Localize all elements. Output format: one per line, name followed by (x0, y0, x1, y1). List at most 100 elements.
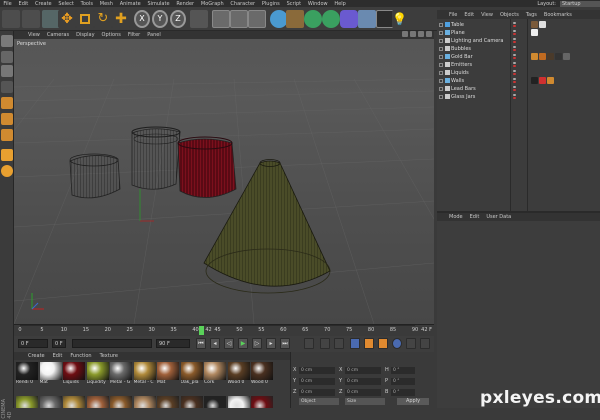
object-menu-bookmarks[interactable]: Bookmarks (544, 12, 572, 18)
move-icon[interactable]: ✥ (58, 10, 76, 28)
material-swatch[interactable] (16, 396, 38, 420)
perspective-viewport[interactable]: Perspective (14, 39, 434, 324)
material-swatch[interactable] (251, 396, 273, 420)
render-view-icon[interactable] (212, 10, 230, 28)
rotate-icon[interactable]: ↻ (94, 10, 112, 28)
object-row[interactable]: Bubbles (437, 45, 600, 53)
menu-character[interactable]: Character (227, 1, 258, 7)
expand-icon[interactable] (439, 31, 443, 35)
menu-plugins[interactable]: Plugins (258, 1, 283, 7)
object-name[interactable]: Glass Jars (451, 93, 475, 101)
object-name[interactable]: Gold Bar (451, 53, 473, 61)
viewport-menu-filter[interactable]: Filter (128, 32, 140, 38)
object-row[interactable]: Plane (437, 29, 600, 37)
menu-tools[interactable]: Tools (77, 1, 96, 7)
menu-simulate[interactable]: Simulate (144, 1, 173, 7)
playhead[interactable] (198, 326, 204, 335)
position-x-field[interactable]: 0 cm (299, 366, 335, 374)
size-y-field[interactable]: 0 cm (345, 377, 381, 385)
material-swatch[interactable] (157, 396, 179, 420)
move-view-icon[interactable] (402, 31, 408, 37)
position-z-field[interactable]: 0 cm (299, 388, 335, 396)
object-row[interactable]: Lead Bars (437, 85, 600, 93)
material-swatch[interactable]: Cork (204, 362, 226, 386)
viewport-menu-cameras[interactable]: Cameras (47, 32, 69, 38)
visibility-dots[interactable] (513, 94, 517, 100)
material-swatch[interactable]: Metal - C (133, 362, 156, 386)
prev-key-button[interactable]: ◂ (210, 338, 220, 349)
menu-render[interactable]: Render (173, 1, 198, 7)
array-icon[interactable] (322, 10, 340, 28)
material-swatch[interactable]: Liquids (63, 362, 85, 386)
coord-mode-select[interactable]: Object (299, 398, 339, 405)
object-row[interactable]: Liquids (437, 69, 600, 77)
menu-file[interactable]: File (0, 1, 15, 7)
object-menu-edit[interactable]: Edit (464, 12, 474, 18)
coordinate-system-icon[interactable] (190, 10, 208, 28)
material-swatch[interactable] (180, 396, 203, 420)
rotation-p-field[interactable]: 0 ° (391, 377, 415, 385)
position-y-field[interactable]: 0 cm (299, 377, 335, 385)
object-name[interactable]: Liquids (451, 69, 469, 77)
x-axis-icon[interactable]: X (134, 10, 150, 28)
menu-create[interactable]: Create (32, 1, 55, 7)
object-tag-icon[interactable] (539, 21, 546, 28)
workplane-icon[interactable] (1, 81, 13, 93)
key-rotation-button[interactable] (378, 338, 388, 349)
object-name[interactable]: Plane (451, 29, 465, 37)
attribute-menu-edit[interactable]: Edit (470, 214, 480, 220)
visibility-dots[interactable] (513, 38, 517, 44)
viewport-menu-panel[interactable]: Panel (147, 32, 161, 38)
render-picture-viewer-icon[interactable] (230, 10, 248, 28)
record-button[interactable] (304, 338, 314, 349)
prev-frame-button[interactable]: ◁ (224, 338, 234, 349)
object-name[interactable]: Lighting and Camera (451, 37, 503, 45)
current-frame-field[interactable]: 0 F (52, 339, 66, 348)
object-tag-icon[interactable] (531, 53, 538, 60)
size-z-field[interactable]: 0 cm (345, 388, 381, 396)
material-swatch[interactable] (63, 396, 85, 420)
object-name[interactable]: Table (451, 21, 464, 29)
object-tag-icon[interactable] (547, 53, 554, 60)
make-editable-icon[interactable] (1, 35, 13, 47)
menu-mograph[interactable]: MoGraph (198, 1, 228, 7)
menu-animate[interactable]: Animate (116, 1, 144, 7)
layout-select[interactable]: Startup (560, 0, 600, 7)
menu-help[interactable]: Help (331, 1, 349, 7)
timeline-options-button[interactable] (420, 338, 430, 349)
object-name[interactable]: Bubbles (451, 45, 471, 53)
material-swatch[interactable] (204, 396, 226, 420)
scale-icon[interactable] (76, 10, 94, 28)
object-name[interactable]: Lead Bars (451, 85, 476, 93)
expand-icon[interactable] (439, 87, 443, 91)
expand-icon[interactable] (439, 63, 443, 67)
zoom-view-icon[interactable] (410, 31, 416, 37)
object-tag-icon[interactable] (531, 21, 538, 28)
viewport-menu-view[interactable]: View (28, 32, 40, 38)
attribute-menu-mode[interactable]: Mode (449, 214, 463, 220)
viewport-menu-display[interactable]: Display (76, 32, 94, 38)
visibility-dots[interactable] (513, 22, 517, 28)
object-tag-icon[interactable] (563, 53, 570, 60)
z-axis-icon[interactable]: Z (170, 10, 186, 28)
apply-button[interactable]: Apply (397, 398, 429, 405)
expand-icon[interactable] (439, 55, 443, 59)
key-scale-button[interactable] (364, 338, 374, 349)
object-row[interactable]: Emitters (437, 61, 600, 69)
expand-icon[interactable] (439, 23, 443, 27)
object-name[interactable]: Walls (451, 77, 464, 85)
coord-size-select[interactable]: Size (345, 398, 385, 405)
maximize-view-icon[interactable] (426, 31, 432, 37)
material-menu-create[interactable]: Create (28, 353, 45, 359)
material-swatch[interactable]: Mat (157, 362, 179, 386)
expand-icon[interactable] (439, 95, 443, 99)
material-swatch[interactable]: Oak_pla (180, 362, 203, 386)
visibility-dots[interactable] (513, 30, 517, 36)
material-swatch[interactable]: Liquidity (86, 362, 109, 386)
play-button[interactable]: ▶ (238, 338, 248, 349)
object-row[interactable]: Glass Jars (437, 93, 600, 101)
material-swatch[interactable]: Rendi 0 (16, 362, 38, 386)
edges-mode-icon[interactable] (1, 113, 13, 125)
object-row[interactable]: Walls (437, 77, 600, 85)
end-frame-field[interactable]: 90 F (156, 339, 190, 348)
